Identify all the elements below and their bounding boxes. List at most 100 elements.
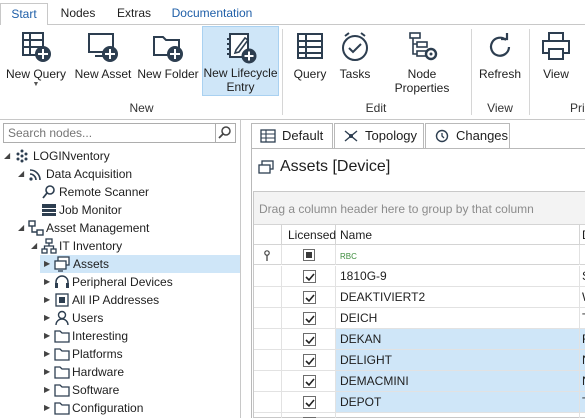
name-cell[interactable]: DEPOT — [336, 392, 580, 412]
tree-item-software[interactable]: ▶ Software — [0, 381, 240, 399]
name-cell[interactable]: DEMACMINI — [336, 371, 580, 391]
new-asset-button[interactable]: New Asset — [72, 26, 134, 96]
licensed-cell[interactable] — [282, 308, 336, 328]
tree-item-job-monitor[interactable]: Job Monitor — [0, 201, 240, 219]
refresh-button[interactable]: Refresh — [476, 26, 524, 96]
expand-icon[interactable]: ▶ — [44, 273, 54, 291]
print-view-button[interactable]: View — [534, 26, 578, 96]
query-button[interactable]: Query — [288, 26, 332, 96]
licensed-cell[interactable] — [282, 413, 336, 418]
collapse-icon[interactable]: ◢ — [31, 237, 41, 255]
d-cell[interactable]: N — [580, 350, 585, 370]
d-cell[interactable]: W — [580, 287, 585, 307]
tree-item-configuration[interactable]: ▶ Configuration — [0, 399, 240, 417]
collapse-icon[interactable]: ◢ — [18, 219, 28, 237]
licensed-checkbox[interactable] — [303, 312, 316, 325]
expand-icon[interactable]: ▶ — [44, 345, 54, 363]
filter-operator-icon[interactable]: RBC — [340, 252, 357, 261]
tree-item-platforms[interactable]: ▶ Platforms — [0, 345, 240, 363]
new-lifecycle-entry-button[interactable]: New Lifecycle Entry — [202, 26, 279, 96]
tree-item-remote-scanner[interactable]: Remote Scanner — [0, 183, 240, 201]
row-indicator[interactable] — [254, 308, 282, 328]
table-row[interactable]: DELIGHTN — [254, 350, 585, 371]
new-folder-button[interactable]: New Folder — [137, 26, 199, 96]
table-row[interactable]: DEMACMININ — [254, 371, 585, 392]
tree-item-interesting[interactable]: ▶ Interesting — [0, 327, 240, 345]
tree-item-assets[interactable]: ▶ Assets — [40, 255, 240, 273]
expand-icon[interactable]: ▶ — [44, 327, 54, 345]
name-filter[interactable]: RBC — [336, 245, 580, 265]
expand-icon[interactable]: ▶ — [44, 255, 54, 273]
dropdown-arrow-icon[interactable]: ▼ — [4, 81, 68, 89]
row-indicator[interactable] — [254, 350, 282, 370]
name-cell[interactable]: DEKAN — [336, 329, 580, 349]
name-cell[interactable]: DEAKTIVIERT2 — [336, 287, 580, 307]
licensed-checkbox[interactable] — [303, 333, 316, 346]
filter-pin-icon[interactable] — [254, 245, 282, 265]
d-cell[interactable]: F — [580, 329, 585, 349]
d-cell[interactable]: N — [580, 371, 585, 391]
row-indicator[interactable] — [254, 392, 282, 412]
search-input[interactable] — [4, 124, 214, 142]
tab-changes[interactable]: Changes — [425, 123, 510, 149]
tab-topology[interactable]: Topology — [334, 123, 424, 149]
d-cell[interactable]: T — [580, 392, 585, 412]
licensed-cell[interactable] — [282, 329, 336, 349]
column-header-name[interactable]: Name — [336, 225, 580, 245]
new-query-button[interactable]: New Query ▼ — [4, 26, 68, 96]
row-indicator[interactable] — [254, 329, 282, 349]
expand-icon[interactable]: ▶ — [44, 309, 54, 327]
tree-item-loginventory[interactable]: ◢ LOGINventory — [0, 147, 240, 165]
tree-item-peripheral-devices[interactable]: ▶ Peripheral Devices — [0, 273, 240, 291]
tab-default[interactable]: Default — [251, 123, 333, 149]
row-indicator[interactable] — [254, 371, 282, 391]
licensed-checkbox[interactable] — [303, 354, 316, 367]
d-cell[interactable] — [580, 413, 585, 418]
licensed-cell[interactable] — [282, 392, 336, 412]
name-cell[interactable] — [336, 413, 580, 418]
d-cell[interactable]: T — [580, 308, 585, 328]
collapse-icon[interactable]: ◢ — [18, 165, 28, 183]
row-indicator[interactable] — [254, 413, 282, 418]
table-row[interactable]: DEAKTIVIERT2W — [254, 287, 585, 308]
column-header-licensed[interactable]: Licensed — [282, 225, 336, 245]
tree-item-data-acquisition[interactable]: ◢ Data Acquisition — [0, 165, 240, 183]
collapse-icon[interactable]: ◢ — [4, 147, 14, 165]
expand-icon[interactable]: ▶ — [44, 381, 54, 399]
tree-item-users[interactable]: ▶ Users — [0, 309, 240, 327]
expand-icon[interactable]: ▶ — [44, 363, 54, 381]
tab-start[interactable]: Start — [0, 3, 48, 26]
tree-item-hardware[interactable]: ▶ Hardware — [0, 363, 240, 381]
tab-documentation[interactable]: Documentation — [168, 3, 256, 25]
licensed-cell[interactable] — [282, 266, 336, 286]
licensed-cell[interactable] — [282, 371, 336, 391]
tree-item-all-ip-addresses[interactable]: ▶ All IP Addresses — [0, 291, 240, 309]
tab-nodes[interactable]: Nodes — [54, 3, 102, 25]
licensed-checkbox[interactable] — [303, 396, 316, 409]
table-row[interactable]: DEKANF — [254, 329, 585, 350]
name-cell[interactable]: DELIGHT — [336, 350, 580, 370]
licensed-checkbox[interactable] — [303, 270, 316, 283]
d-filter[interactable] — [580, 245, 585, 265]
tree-item-it-inventory[interactable]: ◢ IT Inventory — [0, 237, 240, 255]
expand-icon[interactable]: ▶ — [44, 399, 54, 417]
row-indicator[interactable] — [254, 266, 282, 286]
licensed-cell[interactable] — [282, 350, 336, 370]
expand-icon[interactable]: ▶ — [44, 291, 54, 309]
licensed-cell[interactable] — [282, 287, 336, 307]
table-row[interactable]: 1810G-9S — [254, 266, 585, 287]
group-by-hint[interactable]: Drag a column header here to group by th… — [254, 192, 585, 225]
d-cell[interactable]: S — [580, 266, 585, 286]
column-header-d[interactable]: D — [580, 225, 585, 245]
tasks-button[interactable]: Tasks — [334, 26, 376, 96]
search-icon[interactable] — [215, 123, 235, 143]
name-cell[interactable]: DEICH — [336, 308, 580, 328]
licensed-filter[interactable] — [282, 245, 336, 265]
tree-item-asset-management[interactable]: ◢ Asset Management — [0, 219, 240, 237]
name-cell[interactable]: 1810G-9 — [336, 266, 580, 286]
node-properties-button[interactable]: Node Properties — [380, 26, 464, 96]
licensed-checkbox[interactable] — [303, 291, 316, 304]
table-row[interactable]: DEICHT — [254, 308, 585, 329]
tab-extras[interactable]: Extras — [108, 3, 160, 25]
licensed-checkbox[interactable] — [303, 375, 316, 388]
